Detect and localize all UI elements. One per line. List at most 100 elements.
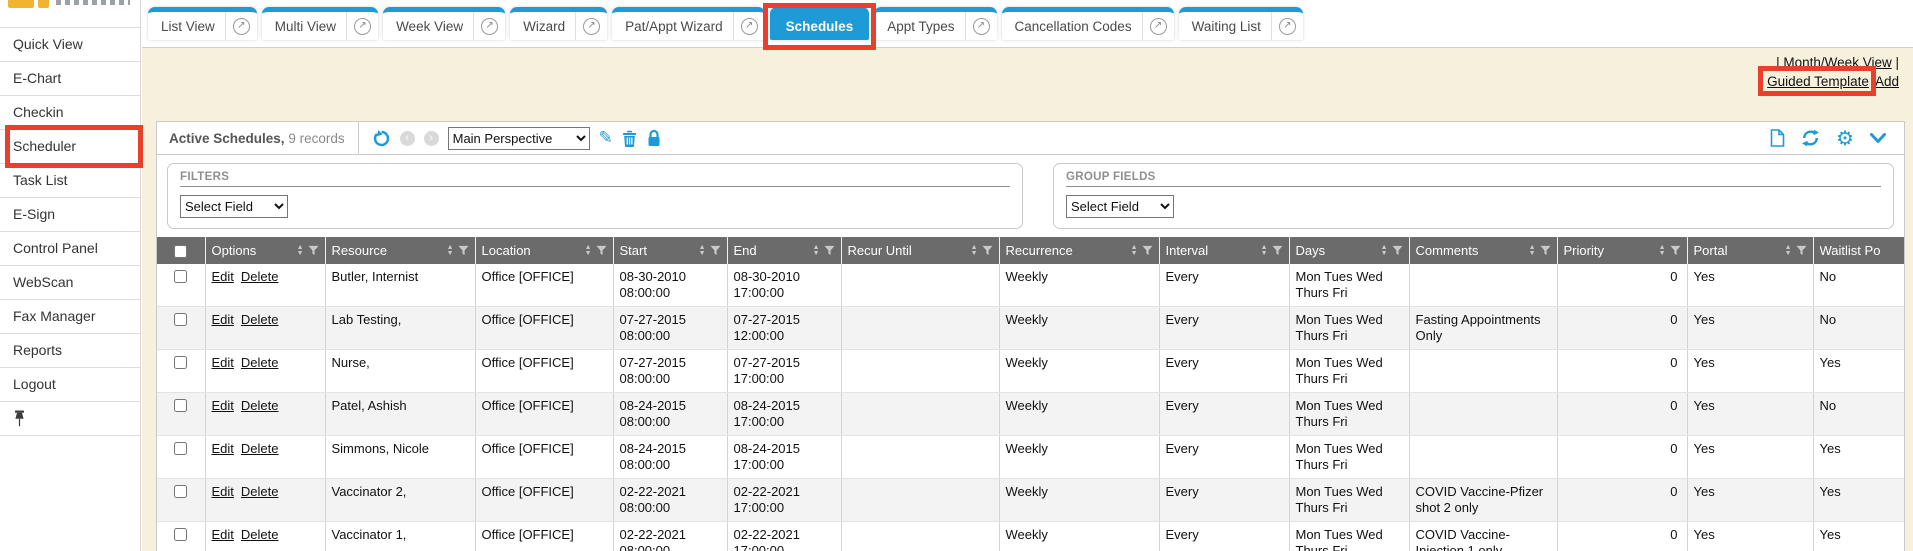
- delete-link[interactable]: Delete: [241, 312, 279, 327]
- sidebar-item-task-list[interactable]: Task List: [0, 164, 140, 198]
- row-checkbox[interactable]: [174, 528, 187, 541]
- tab-week-view[interactable]: Week View↗: [383, 7, 505, 40]
- row-checkbox[interactable]: [174, 485, 187, 498]
- filter-funnel-icon[interactable]: [1272, 245, 1283, 256]
- perspective-select[interactable]: Main Perspective: [448, 127, 590, 150]
- filter-funnel-icon[interactable]: [308, 245, 319, 256]
- select-all-checkbox[interactable]: [174, 245, 187, 258]
- filter-funnel-icon[interactable]: [710, 245, 721, 256]
- new-document-button[interactable]: [1770, 129, 1785, 147]
- sidebar-item-control-panel[interactable]: Control Panel: [0, 232, 140, 266]
- open-new-window-button[interactable]: ↗: [734, 12, 765, 40]
- sidebar-item-e-chart[interactable]: E-Chart: [0, 62, 140, 96]
- filter-funnel-icon[interactable]: [982, 245, 993, 256]
- row-checkbox[interactable]: [174, 442, 187, 455]
- column-header-portal[interactable]: Portal▲▼: [1687, 237, 1813, 264]
- column-header-interval[interactable]: Interval▲▼: [1159, 237, 1289, 264]
- delete-link[interactable]: Delete: [241, 441, 279, 456]
- filter-funnel-icon[interactable]: [458, 245, 469, 256]
- row-checkbox[interactable]: [174, 270, 187, 283]
- filter-funnel-icon[interactable]: [1142, 245, 1153, 256]
- tab-pat-appt-wizard[interactable]: Pat/Appt Wizard↗: [612, 7, 765, 40]
- sort-icon[interactable]: ▲▼: [1785, 245, 1792, 256]
- delete-link[interactable]: Delete: [241, 355, 279, 370]
- sort-icon[interactable]: ▲▼: [297, 245, 304, 256]
- edit-link[interactable]: Edit: [212, 398, 234, 413]
- column-header-location[interactable]: Location▲▼: [475, 237, 613, 264]
- open-new-window-button[interactable]: ↗: [966, 12, 997, 40]
- month-week-view-link[interactable]: Month/Week View: [1783, 55, 1891, 70]
- sort-icon[interactable]: ▲▼: [971, 245, 978, 256]
- delete-link[interactable]: Delete: [241, 527, 279, 542]
- undo-button[interactable]: [372, 129, 391, 148]
- edit-link[interactable]: Edit: [212, 355, 234, 370]
- refresh-button[interactable]: [1801, 129, 1820, 147]
- sidebar-item-checkin[interactable]: Checkin: [0, 96, 140, 130]
- sidebar-pin-button[interactable]: [0, 402, 140, 436]
- previous-perspective-button[interactable]: ‹: [400, 131, 415, 146]
- column-header-start[interactable]: Start▲▼: [613, 237, 727, 264]
- row-checkbox[interactable]: [174, 313, 187, 326]
- group-fields-field-select[interactable]: Select Field: [1066, 195, 1174, 218]
- edit-link[interactable]: Edit: [212, 269, 234, 284]
- sidebar-item-scheduler[interactable]: Scheduler: [0, 130, 140, 164]
- tab-multi-view[interactable]: Multi View↗: [262, 7, 378, 40]
- sidebar-item-e-sign[interactable]: E-Sign: [0, 198, 140, 232]
- row-checkbox[interactable]: [174, 356, 187, 369]
- sort-icon[interactable]: ▲▼: [1261, 245, 1268, 256]
- open-new-window-button[interactable]: ↗: [576, 12, 607, 40]
- add-link[interactable]: Add: [1875, 74, 1899, 89]
- sort-icon[interactable]: ▲▼: [813, 245, 820, 256]
- delete-link[interactable]: Delete: [241, 269, 279, 284]
- edit-link[interactable]: Edit: [212, 484, 234, 499]
- sidebar-item-logout[interactable]: Logout: [0, 368, 140, 402]
- sidebar-item-fax-manager[interactable]: Fax Manager: [0, 300, 140, 334]
- column-header-recurrence[interactable]: Recurrence▲▼: [999, 237, 1159, 264]
- delete-link[interactable]: Delete: [241, 398, 279, 413]
- column-header-resource[interactable]: Resource▲▼: [325, 237, 475, 264]
- tab-wizard[interactable]: Wizard↗: [510, 7, 607, 40]
- tab-schedules[interactable]: Schedules: [770, 7, 870, 40]
- delete-link[interactable]: Delete: [241, 484, 279, 499]
- guided-template-link[interactable]: Guided Template: [1767, 74, 1869, 89]
- sort-icon[interactable]: ▲▼: [1529, 245, 1536, 256]
- sidebar-item-quick-view[interactable]: Quick View: [0, 28, 140, 62]
- column-header-waitlist-po[interactable]: Waitlist Po▲▼: [1813, 237, 1905, 264]
- filter-funnel-icon[interactable]: [1670, 245, 1681, 256]
- filter-funnel-icon[interactable]: [1392, 245, 1403, 256]
- tab-appt-types[interactable]: Appt Types↗: [874, 7, 996, 40]
- filter-funnel-icon[interactable]: [824, 245, 835, 256]
- column-header-options[interactable]: Options▲▼: [205, 237, 325, 264]
- next-perspective-button[interactable]: ›: [424, 131, 439, 146]
- tab-waiting-list[interactable]: Waiting List↗: [1179, 7, 1303, 40]
- tab-list-view[interactable]: List View↗: [148, 7, 257, 40]
- column-header-priority[interactable]: Priority▲▼: [1557, 237, 1687, 264]
- filters-field-select[interactable]: Select Field: [180, 195, 288, 218]
- edit-link[interactable]: Edit: [212, 527, 234, 542]
- row-checkbox[interactable]: [174, 399, 187, 412]
- sort-icon[interactable]: ▲▼: [1131, 245, 1138, 256]
- filter-funnel-icon[interactable]: [596, 245, 607, 256]
- delete-perspective-button[interactable]: [622, 130, 637, 147]
- sort-icon[interactable]: ▲▼: [447, 245, 454, 256]
- tab-cancellation-codes[interactable]: Cancellation Codes↗: [1002, 7, 1174, 40]
- edit-link[interactable]: Edit: [212, 441, 234, 456]
- open-new-window-button[interactable]: ↗: [347, 12, 378, 40]
- open-new-window-button[interactable]: ↗: [1143, 12, 1174, 40]
- open-new-window-button[interactable]: ↗: [226, 12, 257, 40]
- filter-funnel-icon[interactable]: [1796, 245, 1807, 256]
- settings-button[interactable]: ⚙: [1836, 129, 1854, 147]
- open-new-window-button[interactable]: ↗: [474, 12, 505, 40]
- column-header-end[interactable]: End▲▼: [727, 237, 841, 264]
- sort-icon[interactable]: ▲▼: [699, 245, 706, 256]
- sort-icon[interactable]: ▲▼: [585, 245, 592, 256]
- edit-link[interactable]: Edit: [212, 312, 234, 327]
- edit-perspective-button[interactable]: ✎: [599, 128, 613, 148]
- column-header-days[interactable]: Days▲▼: [1289, 237, 1409, 264]
- column-header-comments[interactable]: Comments▲▼: [1409, 237, 1557, 264]
- column-header-recur-until[interactable]: Recur Until▲▼: [841, 237, 999, 264]
- sort-icon[interactable]: ▲▼: [1381, 245, 1388, 256]
- sidebar-item-webscan[interactable]: WebScan: [0, 266, 140, 300]
- open-new-window-button[interactable]: ↗: [1272, 12, 1303, 40]
- filter-funnel-icon[interactable]: [1540, 245, 1551, 256]
